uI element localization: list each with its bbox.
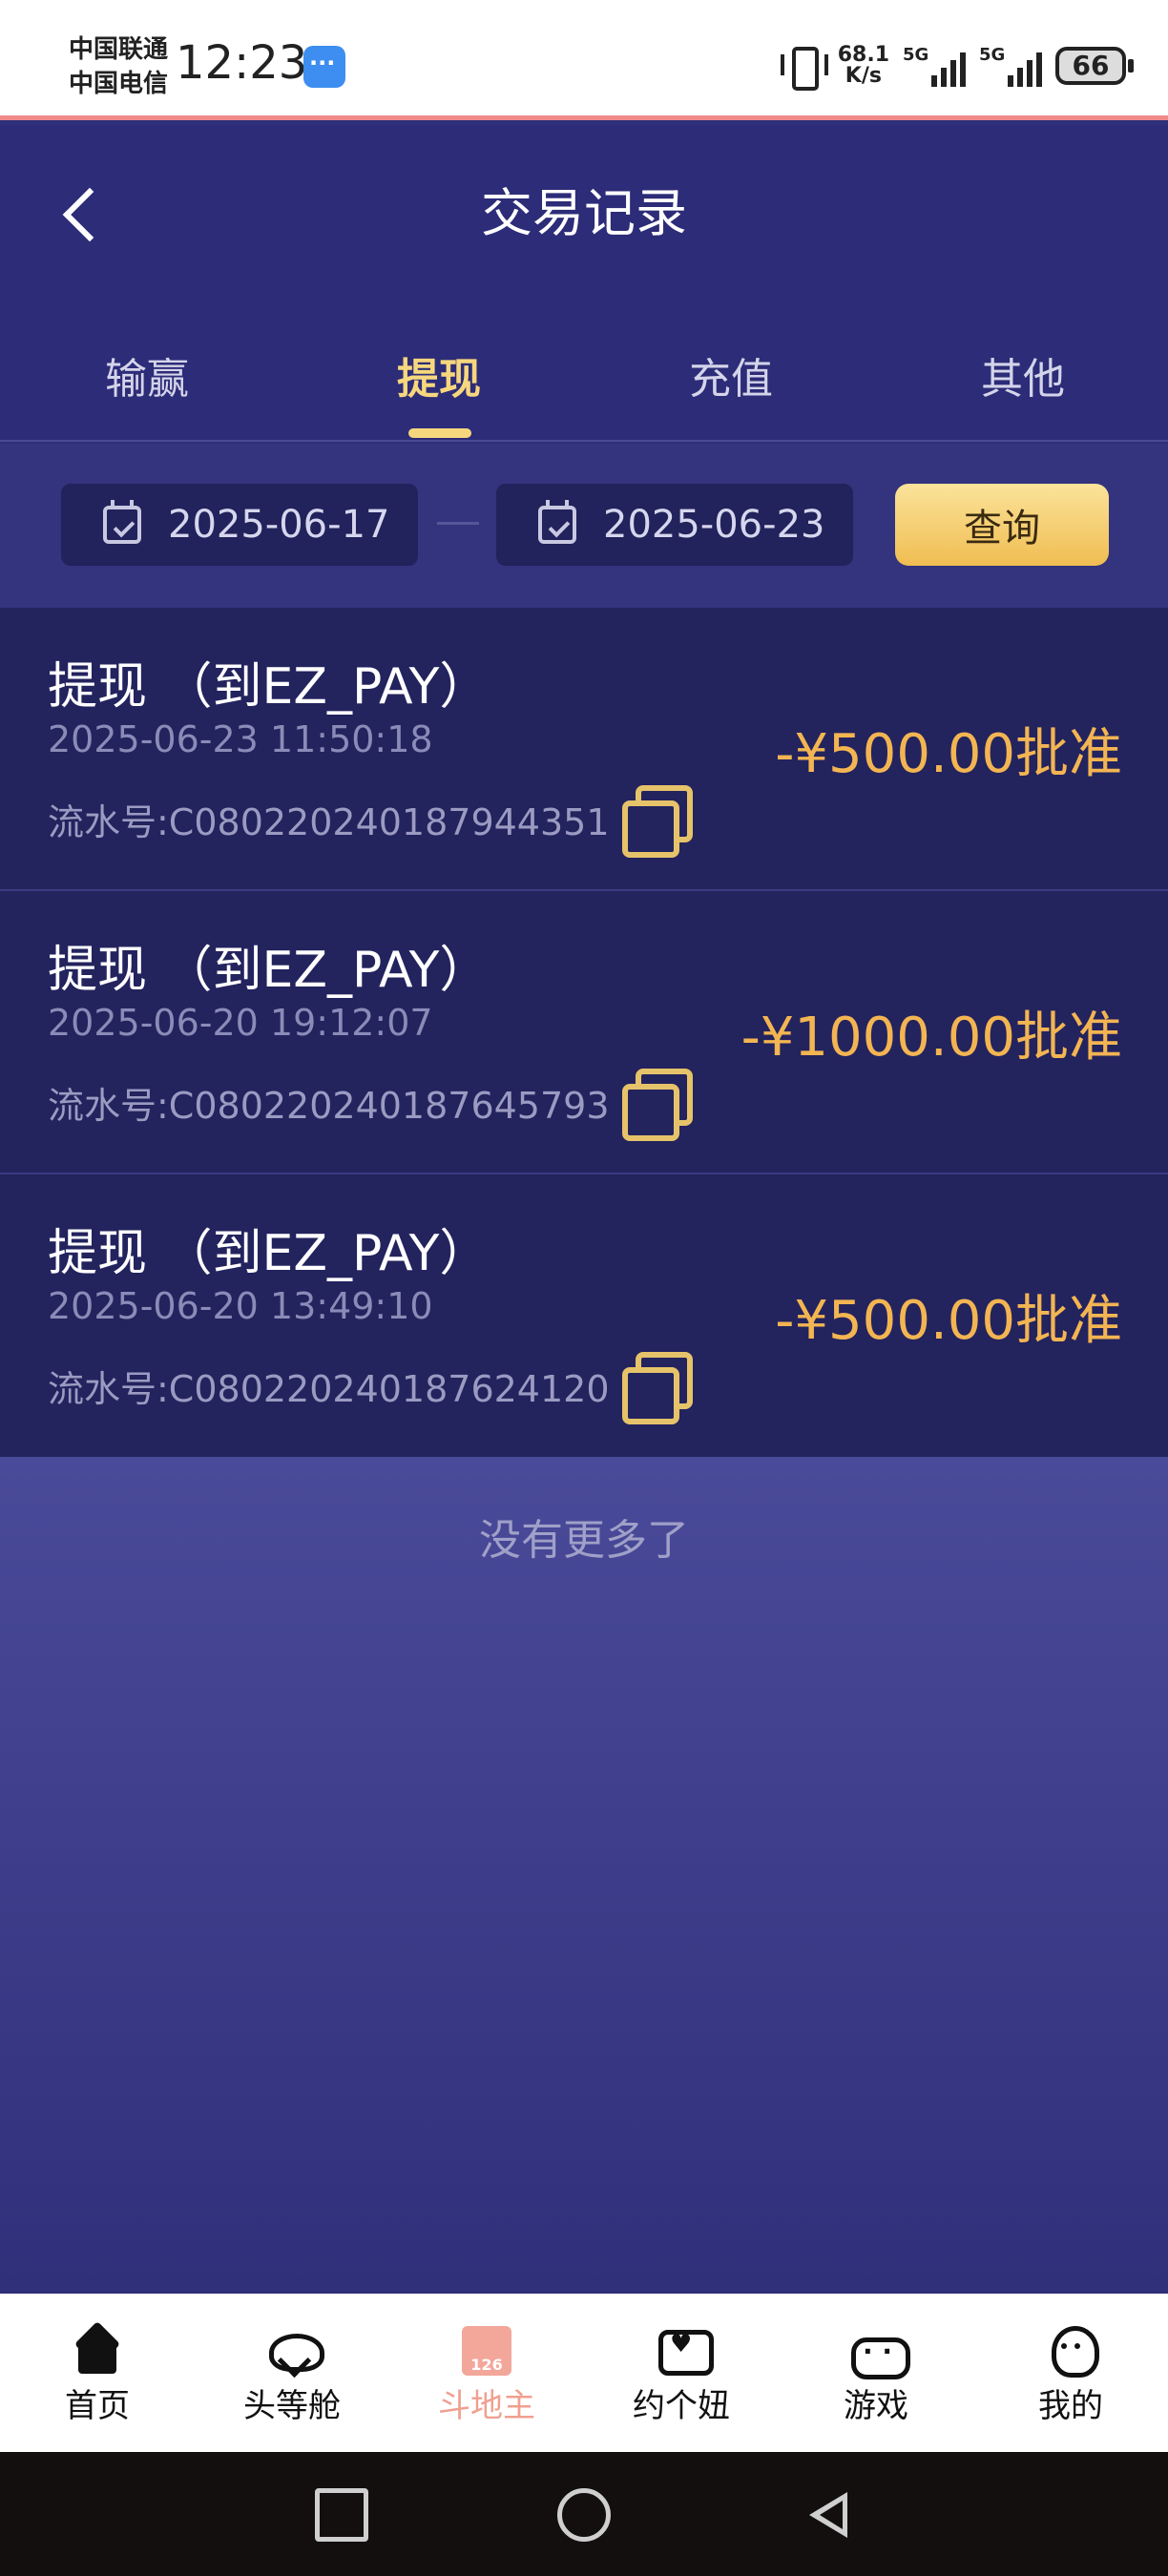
home-icon xyxy=(73,2326,122,2376)
transaction-amount: -¥1000.00批准 xyxy=(740,1007,1122,1069)
recents-button[interactable] xyxy=(315,2488,368,2542)
transaction-amount: -¥500.00批准 xyxy=(775,1290,1122,1352)
app-header: 交易记录 xyxy=(0,125,1168,316)
tab-withdraw[interactable]: 提现 xyxy=(344,344,534,405)
transaction-list: 提现 （到EZ_PAY） 2025-06-23 11:50:18 流水号:C08… xyxy=(0,608,1168,1458)
nav-label: 我的 xyxy=(1038,2387,1103,2425)
nav-profile[interactable]: 我的 xyxy=(985,2326,1157,2426)
tab-other[interactable]: 其他 xyxy=(928,344,1118,405)
transaction-time: 2025-06-20 13:49:10 xyxy=(48,1285,433,1327)
status-bar: 中国联通 中国电信 12:23 68.1 K/s 5G 5G 66 xyxy=(0,0,1168,120)
signal-2-label: 5G xyxy=(979,45,1006,65)
query-button[interactable]: 查询 xyxy=(895,484,1109,566)
end-date-value: 2025-06-23 xyxy=(603,503,825,547)
nav-label: 首页 xyxy=(65,2387,130,2425)
nav-games[interactable]: 游戏 xyxy=(790,2326,962,2426)
doudizhu-icon xyxy=(462,2326,511,2376)
message-notification-icon xyxy=(303,46,345,88)
signal-2-icon: 5G xyxy=(979,45,1042,87)
vibrate-icon xyxy=(780,45,828,91)
copy-icon[interactable] xyxy=(620,785,693,858)
transaction-row[interactable]: 提现 （到EZ_PAY） 2025-06-23 11:50:18 流水号:C08… xyxy=(0,608,1168,891)
copy-icon[interactable] xyxy=(620,1352,693,1424)
tab-win-loss[interactable]: 输赢 xyxy=(52,344,242,405)
plane-icon xyxy=(267,2326,324,2376)
nav-home[interactable]: 首页 xyxy=(11,2326,183,2426)
network-speed-unit: K/s xyxy=(845,64,882,88)
end-date-picker[interactable]: 2025-06-23 xyxy=(496,484,853,566)
battery-icon: 66 xyxy=(1055,47,1134,85)
transaction-row[interactable]: 提现 （到EZ_PAY） 2025-06-20 13:49:10 流水号:C08… xyxy=(0,1174,1168,1458)
nav-label: 头等舱 xyxy=(243,2387,341,2425)
transaction-title: 提现 （到EZ_PAY） xyxy=(48,658,490,716)
nav-doudizhu[interactable]: 斗地主 xyxy=(401,2326,573,2426)
tab-recharge[interactable]: 充值 xyxy=(636,344,826,405)
carrier-info: 中国联通 中国电信 xyxy=(69,32,168,101)
network-speed-value: 68.1 xyxy=(837,43,889,67)
carrier-1: 中国联通 xyxy=(69,35,169,64)
date-range-separator xyxy=(437,522,479,525)
status-time: 12:23 xyxy=(176,36,308,90)
nav-date[interactable]: 约个妞 xyxy=(595,2326,767,2426)
system-navigation-bar xyxy=(0,2452,1168,2576)
transaction-time: 2025-06-23 11:50:18 xyxy=(48,718,433,760)
status-indicators: 68.1 K/s 5G 5G 66 xyxy=(780,42,1134,91)
active-tab-indicator xyxy=(408,428,471,438)
calendar-icon xyxy=(103,500,141,544)
start-date-value: 2025-06-17 xyxy=(168,503,390,547)
list-empty-area xyxy=(0,1457,1168,2294)
date-filter-bar: 2025-06-17 2025-06-23 查询 xyxy=(0,444,1168,608)
transaction-title: 提现 （到EZ_PAY） xyxy=(48,1225,490,1282)
gamepad-icon xyxy=(851,2326,910,2379)
carrier-2: 中国电信 xyxy=(69,70,169,98)
bottom-navigation: 首页 头等舱 斗地主 约个妞 游戏 我的 xyxy=(0,2294,1168,2452)
nav-label: 约个妞 xyxy=(633,2387,730,2425)
nav-first-class[interactable]: 头等舱 xyxy=(206,2326,378,2426)
transaction-time: 2025-06-20 19:12:07 xyxy=(48,1002,433,1044)
signal-1-icon: 5G xyxy=(903,45,966,87)
start-date-picker[interactable]: 2025-06-17 xyxy=(61,484,418,566)
record-type-tabs: 输赢 提现 充值 其他 xyxy=(0,316,1168,442)
no-more-text: 没有更多了 xyxy=(479,1516,689,1565)
profile-icon xyxy=(1046,2326,1099,2378)
transaction-serial: 流水号:C080220240187624120 xyxy=(48,1368,610,1410)
signal-1-label: 5G xyxy=(903,45,929,65)
network-speed: 68.1 K/s xyxy=(838,45,889,87)
nav-label: 游戏 xyxy=(844,2387,908,2425)
home-button[interactable] xyxy=(557,2488,611,2542)
transaction-serial: 流水号:C080220240187645793 xyxy=(48,1085,610,1127)
transaction-row[interactable]: 提现 （到EZ_PAY） 2025-06-20 19:12:07 流水号:C08… xyxy=(0,891,1168,1174)
chat-heart-icon xyxy=(657,2326,714,2376)
transaction-amount: -¥500.00批准 xyxy=(775,723,1122,785)
page-title: 交易记录 xyxy=(481,183,687,243)
transaction-title: 提现 （到EZ_PAY） xyxy=(48,942,490,999)
system-back-button[interactable] xyxy=(802,2488,855,2542)
copy-icon[interactable] xyxy=(620,1069,693,1141)
nav-label: 斗地主 xyxy=(438,2387,535,2425)
calendar-icon xyxy=(538,500,576,544)
transaction-serial: 流水号:C080220240187944351 xyxy=(48,801,610,843)
